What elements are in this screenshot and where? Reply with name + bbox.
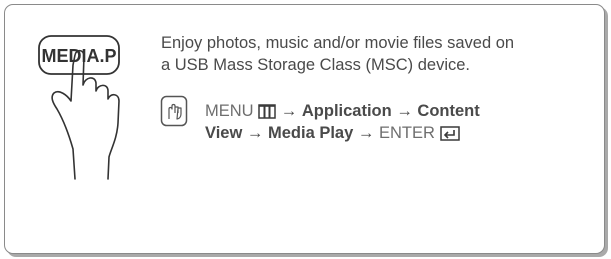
feature-description: Enjoy photos, music and/or movie files s…: [161, 32, 601, 76]
hand-pressing-button-icon: MEDIA.P: [38, 35, 120, 180]
content-view-label-part-1: Content: [417, 102, 480, 120]
media-p-button-label: MEDIA.P: [41, 46, 116, 66]
menu-grid-icon: [258, 104, 276, 119]
remote-control-icon: [160, 95, 188, 127]
enter-key-icon: [439, 126, 460, 141]
application-label: Application: [301, 102, 392, 120]
arrow-1: →: [280, 102, 298, 120]
enter-label: ENTER: [378, 124, 435, 142]
content-view-label-part-2: View: [205, 124, 243, 142]
menu-path-line-2: View → Media Play → ENTER: [205, 122, 600, 144]
menu-path: MENU → Application → Content View → Medi…: [205, 100, 600, 144]
description-line-2: a USB Mass Storage Class (MSC) device.: [161, 56, 471, 74]
instruction-card: MEDIA.P Enjoy photos, music and/or movie…: [4, 4, 605, 254]
menu-label: MENU: [205, 102, 254, 120]
media-play-label: Media Play: [268, 124, 354, 142]
arrow-2: →: [396, 102, 413, 120]
menu-path-line-1: MENU → Application → Content: [205, 100, 600, 122]
arrow-4: →: [357, 124, 375, 142]
arrow-3: →: [246, 124, 264, 142]
description-line-1: Enjoy photos, music and/or movie files s…: [161, 34, 515, 52]
